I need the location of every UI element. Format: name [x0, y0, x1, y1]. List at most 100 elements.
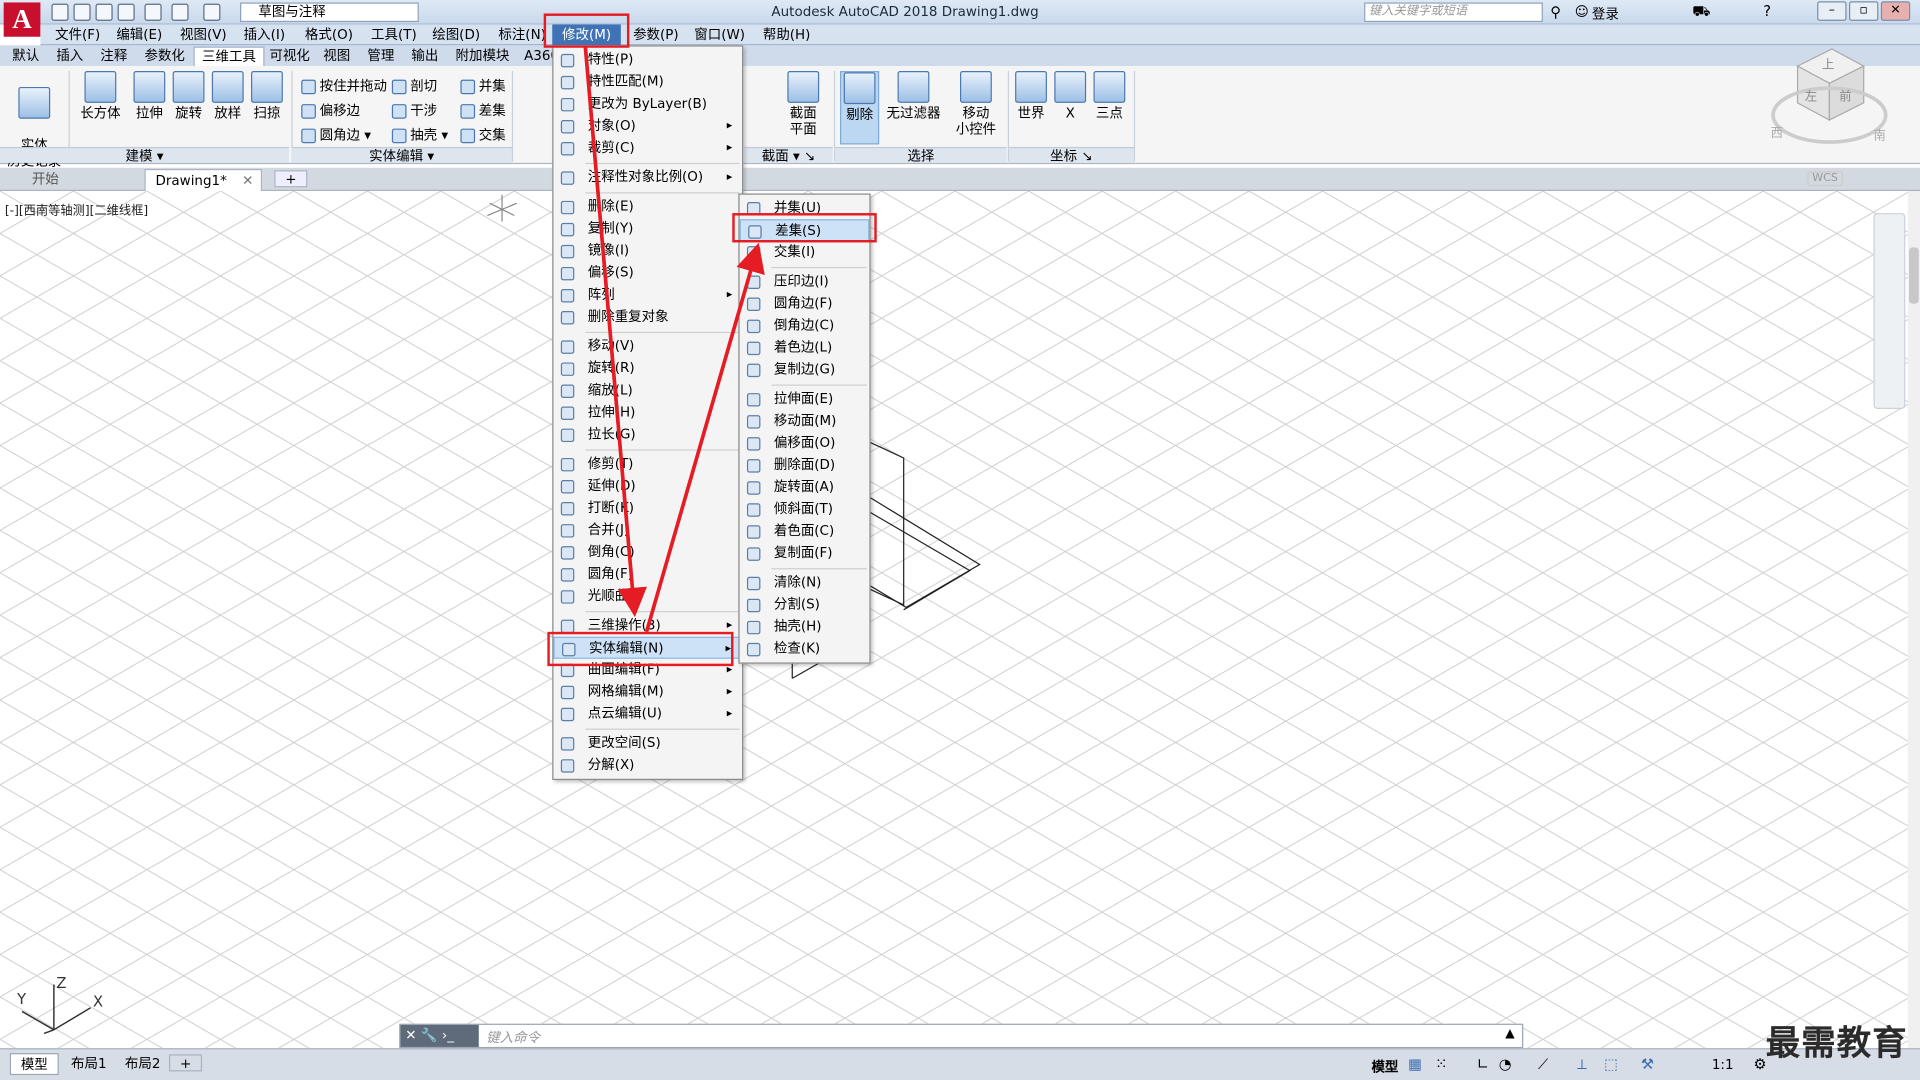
add-tab-button[interactable]: +: [274, 170, 308, 188]
solid-edit-menu-item-6[interactable]: 倒角边(C): [740, 315, 870, 337]
modify-menu-item-6[interactable]: 注释性对象比例(O) ▸: [553, 167, 742, 189]
ortho-icon[interactable]: ∟: [1477, 1056, 1489, 1073]
section-plane-button[interactable]: 截面 平面: [779, 71, 828, 137]
modify-menu-item-13[interactable]: 删除重复对象: [553, 306, 742, 328]
osnap-icon[interactable]: ⟋: [1538, 1056, 1548, 1074]
modify-menu-item-21[interactable]: 修剪(T): [553, 453, 742, 475]
modify-menu-item-25[interactable]: 倒角(C): [553, 541, 742, 563]
ribbon-tab-insert[interactable]: 插入: [49, 47, 91, 67]
solid-edit-menu-item-11[interactable]: 移动面(M): [740, 410, 870, 432]
redo-icon[interactable]: [203, 3, 221, 21]
close-tab-icon[interactable]: ✕: [242, 170, 253, 192]
viewcube-front-label[interactable]: 前: [1839, 86, 1851, 104]
offset-edge-button[interactable]: 偏移边: [301, 100, 360, 120]
gizmo-button[interactable]: 移动 小控件: [950, 71, 1001, 137]
ribbon-tab-visualize[interactable]: 可视化: [262, 47, 317, 67]
menu-window[interactable]: 窗口(W): [684, 24, 754, 45]
lineweight-icon[interactable]: ⟂: [1577, 1056, 1587, 1074]
solid-edit-menu-item-17[interactable]: 复制面(F): [740, 542, 870, 564]
modify-menu-item-22[interactable]: 延伸(D): [553, 475, 742, 497]
slice-button[interactable]: 剖切: [391, 76, 437, 96]
menu-parametric[interactable]: 参数(P): [623, 24, 688, 45]
solid-edit-menu-item-19[interactable]: 清除(N): [740, 572, 870, 594]
solid-edit-menu-item-2[interactable]: 交集(I): [740, 241, 870, 263]
new-file-icon[interactable]: [51, 3, 69, 21]
solid-edit-menu-item-21[interactable]: 抽壳(H): [740, 616, 870, 638]
ribbon-tab-addins[interactable]: 附加模块: [448, 47, 517, 67]
union-button[interactable]: 并集: [460, 76, 506, 96]
modify-menu-item-18[interactable]: 拉伸(H): [553, 402, 742, 424]
modify-menu-item-35[interactable]: 更改空间(S): [553, 732, 742, 754]
modify-menu-item-11[interactable]: 偏移(S): [553, 262, 742, 284]
solid-edit-menu-item-13[interactable]: 删除面(D): [740, 454, 870, 476]
modify-menu-item-33[interactable]: 点云编辑(U) ▸: [553, 703, 742, 725]
modify-menu-item-12[interactable]: 阵列 ▸: [553, 284, 742, 306]
save-as-icon[interactable]: [117, 3, 135, 21]
vertical-scrollbar[interactable]: [1907, 191, 1920, 1049]
menu-format[interactable]: 格式(O): [295, 24, 363, 45]
loft-button[interactable]: 放样: [206, 71, 250, 121]
menu-draw[interactable]: 绘图(D): [422, 24, 489, 45]
ribbon-tab-default[interactable]: 默认: [5, 47, 47, 67]
solid-edit-panel-label[interactable]: 实体编辑 ▾: [291, 146, 512, 164]
modify-menu-item-16[interactable]: 旋转(R): [553, 358, 742, 380]
menu-help[interactable]: 帮助(H): [753, 24, 820, 45]
ribbon-tab-output[interactable]: 输出: [404, 47, 446, 67]
shell-button[interactable]: 抽壳 ▾: [391, 125, 448, 145]
modify-menu-item-26[interactable]: 圆角(F): [553, 563, 742, 585]
culling-button[interactable]: 剔除: [840, 71, 880, 145]
x-ucs-button[interactable]: X: [1053, 71, 1087, 121]
workspace-select[interactable]: 草图与注释: [240, 2, 419, 23]
modify-menu-item-27[interactable]: 光顺曲线: [553, 585, 742, 607]
layout-tab-model[interactable]: 模型: [9, 1053, 59, 1076]
modify-menu-item-2[interactable]: 更改为 ByLayer(B): [553, 93, 742, 115]
solid-edit-menu-item-16[interactable]: 着色面(C): [740, 520, 870, 542]
solid-edit-menu-item-22[interactable]: 检查(K): [740, 638, 870, 660]
add-layout-button[interactable]: +: [168, 1054, 203, 1072]
viewcube-south-label[interactable]: 南: [1873, 125, 1885, 143]
solid-edit-menu-item-15[interactable]: 倾斜面(T): [740, 498, 870, 520]
modify-menu-item-32[interactable]: 网格编辑(M) ▸: [553, 681, 742, 703]
wcs-menu[interactable]: WCS: [1807, 171, 1843, 187]
modify-menu-item-23[interactable]: 打断(K): [553, 497, 742, 519]
three-point-ucs-button[interactable]: 三点: [1092, 71, 1126, 121]
viewcube[interactable]: 上 左 前 西 南 WCS: [1763, 44, 1898, 215]
autocad-logo-icon[interactable]: A: [3, 2, 41, 37]
interfere-button[interactable]: 干涉: [391, 100, 437, 120]
modify-menu-item-0[interactable]: 特性(P): [553, 49, 742, 71]
command-line[interactable]: ✕ 🔧 ›_ 键入命令 ▲: [399, 1023, 1524, 1049]
navigation-bar[interactable]: [1873, 213, 1906, 409]
ribbon-tab-manage[interactable]: 管理: [360, 47, 402, 67]
solid-edit-menu-item-5[interactable]: 圆角边(F): [740, 293, 870, 315]
command-input[interactable]: 键入命令: [486, 1027, 540, 1047]
modify-menu-item-15[interactable]: 移动(V): [553, 336, 742, 358]
section-panel-label[interactable]: 截面 ▾ ↘: [744, 146, 833, 164]
box-button[interactable]: 长方体: [76, 71, 125, 121]
modify-menu-item-36[interactable]: 分解(X): [553, 754, 742, 776]
command-history-icon[interactable]: ▲: [1505, 1027, 1514, 1040]
modify-menu-item-8[interactable]: 删除(E): [553, 196, 742, 218]
presspull-button[interactable]: 按住并拖动: [301, 76, 387, 96]
viewcube-left-label[interactable]: 左: [1805, 86, 1817, 104]
solid-edit-menu-item-20[interactable]: 分割(S): [740, 594, 870, 616]
save-icon[interactable]: [95, 3, 113, 21]
snap-icon[interactable]: ⁙: [1435, 1056, 1447, 1073]
ribbon-tab-view[interactable]: 视图: [316, 47, 358, 67]
solid-edit-menu-item-8[interactable]: 复制边(G): [740, 359, 870, 381]
maximize-button[interactable]: ▫: [1848, 1, 1879, 21]
polar-icon[interactable]: ◔: [1499, 1056, 1512, 1073]
solid-edit-menu-item-4[interactable]: 压印边(I): [740, 271, 870, 293]
modify-menu-item-1[interactable]: 特性匹配(M): [553, 71, 742, 93]
search-input[interactable]: 键入关键字或短语: [1364, 2, 1543, 23]
solid-edit-menu-item-10[interactable]: 拉伸面(E): [740, 388, 870, 410]
close-button[interactable]: ✕: [1880, 1, 1911, 21]
viewcube-west-label[interactable]: 西: [1771, 122, 1783, 140]
cart-icon[interactable]: ⛟: [1692, 2, 1711, 22]
modify-menu-item-24[interactable]: 合并(J): [553, 519, 742, 541]
print-icon[interactable]: [144, 3, 162, 21]
undo-icon[interactable]: [171, 3, 189, 21]
login-link[interactable]: 登录: [1592, 4, 1619, 24]
menu-view[interactable]: 视图(V): [170, 24, 236, 45]
ribbon-tab-annotate[interactable]: 注释: [93, 47, 135, 67]
viewport-label[interactable]: [-][西南等轴测][二维线框]: [5, 200, 148, 217]
